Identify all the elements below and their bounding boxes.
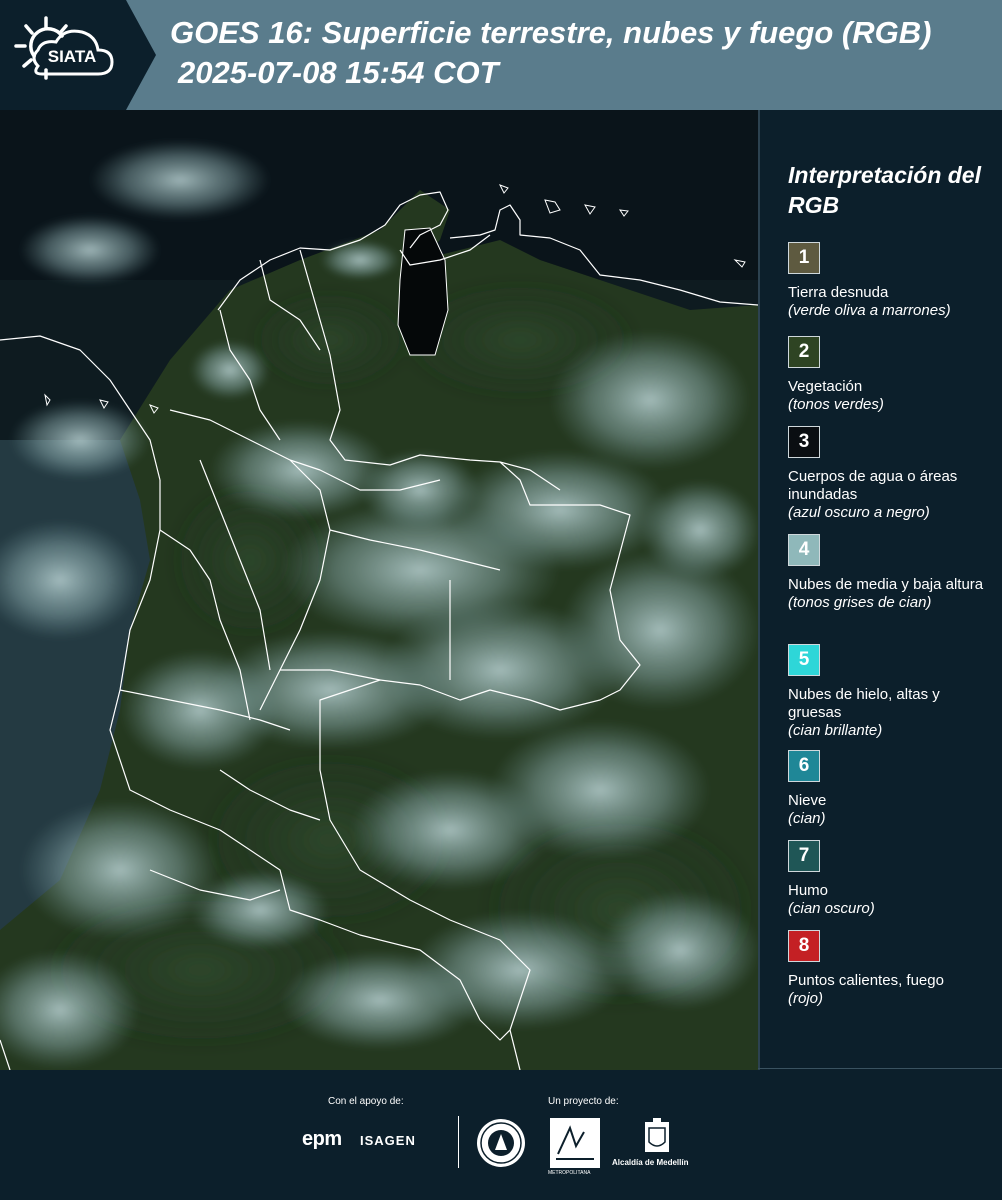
sun-cloud-icon: SIATA xyxy=(14,16,114,80)
satellite-map[interactable] xyxy=(0,110,758,1070)
footer: Con el apoyo de: Un proyecto de: epm ISA… xyxy=(0,1070,1002,1200)
header: SIATA GOES 16: Superficie terrestre, nub… xyxy=(0,0,1002,110)
legend-item: 4 Nubes de media y baja altura (tonos gris… xyxy=(788,534,993,612)
logo-text: SIATA xyxy=(48,47,96,66)
amva-icon xyxy=(556,1125,594,1160)
legend-label: Nieve xyxy=(788,792,827,809)
legend-label: Tierra desnuda xyxy=(788,284,889,301)
legend-note: (tonos grises de cian) xyxy=(788,594,932,611)
legend-item: 1 Tierra desnuda (verde oliva a marrones) xyxy=(788,242,993,320)
amva-text: METROPOLITANA xyxy=(548,1170,591,1176)
legend-note: (verde oliva a marrones) xyxy=(788,302,951,319)
support-label: Con el apoyo de: xyxy=(328,1096,404,1107)
image-datetime: 2025-07-08 15:54 COT xyxy=(178,55,499,90)
map-divider xyxy=(758,110,760,1070)
amva-logo[interactable] xyxy=(550,1118,600,1168)
university-seal-icon[interactable] xyxy=(476,1118,526,1168)
legend-label: Vegetación xyxy=(788,378,863,395)
legend-label: Puntos calientes, fuego xyxy=(788,972,944,989)
medellin-crest-icon[interactable] xyxy=(644,1118,670,1156)
legend-swatch: 4 xyxy=(788,534,820,566)
legend-item: 3 Cuerpos de agua o áreas inundadas (azul … xyxy=(788,426,993,522)
legend-item: 8 Puntos calientes, fuego (rojo) xyxy=(788,930,993,1008)
legend-swatch: 8 xyxy=(788,930,820,962)
legend-swatch: 5 xyxy=(788,644,820,676)
footer-separator xyxy=(458,1116,459,1168)
legend-note: (azul oscuro a negro) xyxy=(788,504,930,521)
isagen-logo[interactable]: ISAGEN xyxy=(360,1133,416,1148)
legend-item: 6 Nieve (cian) xyxy=(788,750,993,828)
legend-swatch: 7 xyxy=(788,840,820,872)
legend: Interpretación del RGB 1 Tierra desnuda (v… xyxy=(788,160,993,1007)
legend-note: (cian) xyxy=(788,810,826,827)
legend-item: 2 Vegetación (tonos verdes) xyxy=(788,336,993,414)
legend-note: (cian brillante) xyxy=(788,722,883,739)
legend-swatch: 1 xyxy=(788,242,820,274)
siata-logo[interactable]: SIATA xyxy=(0,0,156,110)
legend-note: (rojo) xyxy=(788,990,824,1007)
legend-item: 7 Humo (cian oscuro) xyxy=(788,840,993,918)
footer-divider xyxy=(758,1068,1002,1069)
project-label: Un proyecto de: xyxy=(548,1096,619,1107)
legend-swatch: 2 xyxy=(788,336,820,368)
epm-logo[interactable]: epm xyxy=(302,1128,342,1151)
legend-label: Humo xyxy=(788,882,829,899)
legend-item: 5 Nubes de hielo, altas y gruesas (cian br… xyxy=(788,644,993,740)
legend-swatch: 3 xyxy=(788,426,820,458)
medellin-text: Alcaldía de Medellín xyxy=(612,1158,689,1167)
page-title: GOES 16: Superficie terrestre, nubes y f… xyxy=(170,15,932,50)
legend-title: Interpretación del RGB xyxy=(788,162,981,218)
legend-note: (cian oscuro) xyxy=(788,900,875,917)
legend-swatch: 6 xyxy=(788,750,820,782)
legend-label: Nubes de hielo, altas y gruesas xyxy=(788,686,940,721)
legend-note: (tonos verdes) xyxy=(788,396,884,413)
legend-label: Cuerpos de agua o áreas inundadas xyxy=(788,468,958,503)
legend-label: Nubes de media y baja altura xyxy=(788,576,984,593)
